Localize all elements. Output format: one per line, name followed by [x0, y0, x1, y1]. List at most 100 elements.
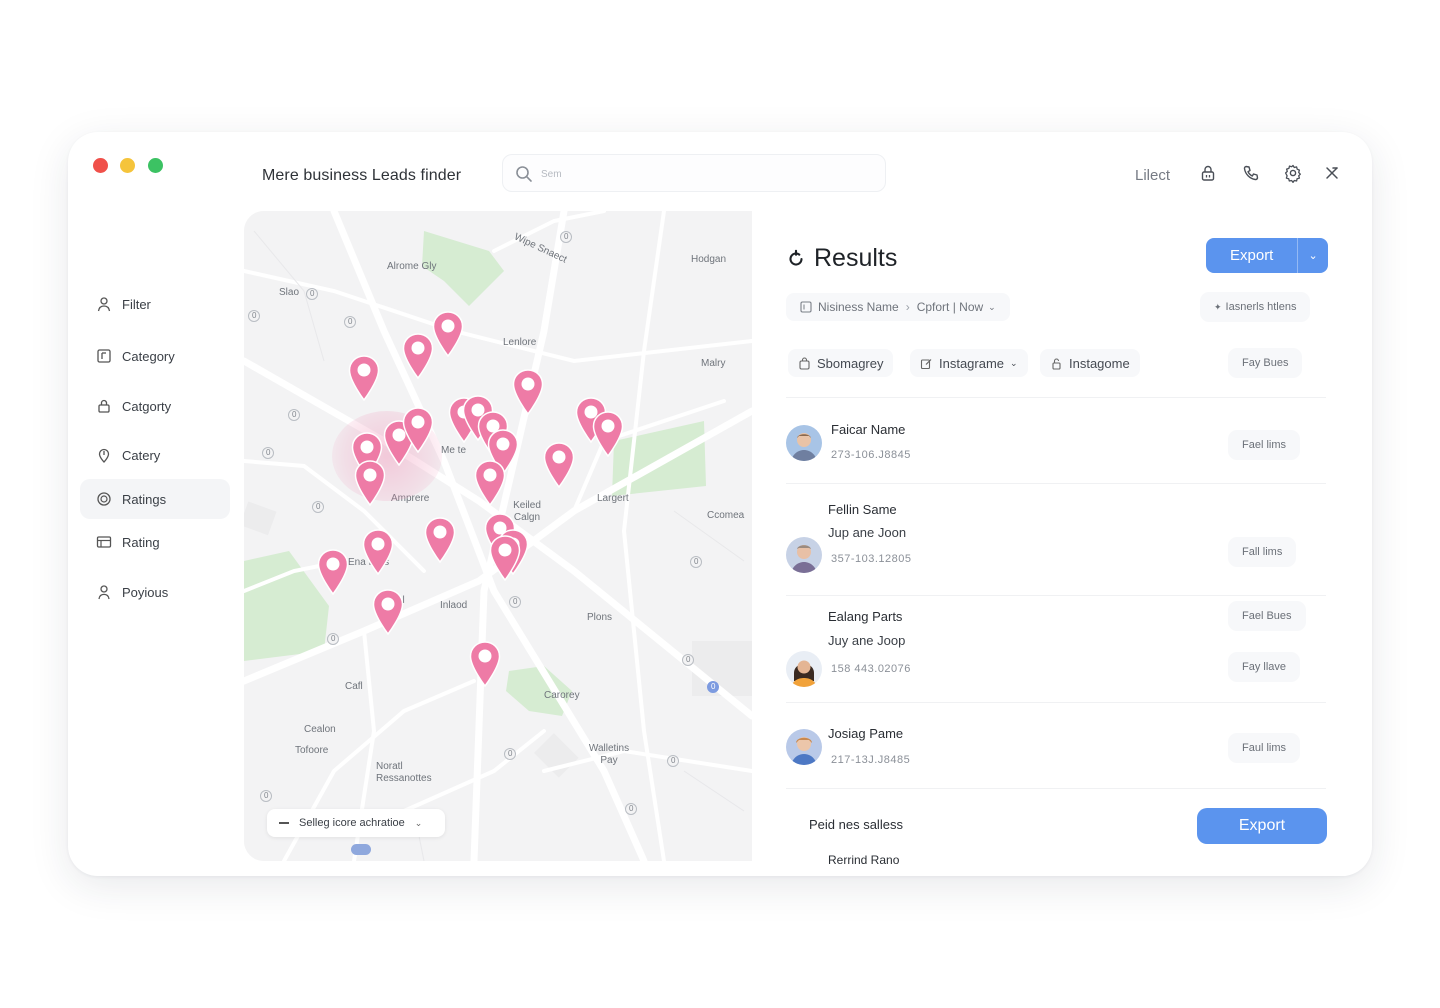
map-pin[interactable]	[402, 407, 434, 454]
row-action[interactable]: Fay llave	[1228, 652, 1301, 682]
map-pin[interactable]	[317, 549, 349, 596]
map-pin[interactable]	[372, 589, 404, 636]
sidebar-item-rating[interactable]: Rating	[80, 522, 230, 562]
avatar	[786, 425, 822, 461]
top-link[interactable]: Lilect	[1135, 167, 1170, 184]
map-label: Cafl	[345, 681, 363, 692]
map-pin[interactable]	[402, 333, 434, 380]
sidebar-item-label: Filter	[122, 296, 151, 312]
map-pin[interactable]	[592, 411, 624, 458]
search-input[interactable]	[541, 164, 871, 184]
map-pin[interactable]	[512, 369, 544, 416]
table-row[interactable]: Fellin Same Jup ane Joon 357-103.12805 F…	[786, 499, 1326, 579]
map-pin[interactable]	[543, 442, 575, 489]
filter-chip-label: Instagrame	[939, 355, 1005, 371]
gear-icon[interactable]	[1283, 163, 1303, 184]
row-action-label: Fay llave	[1242, 661, 1287, 673]
divider	[786, 397, 1326, 398]
map-label: Tofoore	[295, 745, 329, 756]
zoom-indicator[interactable]	[351, 844, 371, 855]
filter-chip[interactable]: Instagrame ⌄	[910, 349, 1028, 377]
footer-text: Peid nes salless	[809, 817, 903, 832]
export-button[interactable]: Export ⌄	[1206, 238, 1328, 273]
chip-right-pill[interactable]: Fay Bues	[1228, 348, 1303, 378]
results-panel: Results Export ⌄ Nisiness Name › Cpfort …	[752, 211, 1348, 876]
breadcrumb-item[interactable]: Cpfort | Now	[917, 300, 983, 314]
export-bottom-button[interactable]: Export	[1197, 808, 1327, 844]
map-label: Plons	[587, 612, 613, 623]
row-action[interactable]: Fael lims	[1228, 430, 1301, 460]
map-pin[interactable]	[469, 641, 501, 688]
app-title: Mere business Leads finder	[262, 167, 462, 184]
row-action[interactable]: Fael Bues	[1228, 601, 1306, 631]
sidebar-item-filter[interactable]: Filter	[80, 284, 230, 324]
map-label: Lenlore	[503, 337, 537, 348]
map-label: Noratl Ressanottes	[376, 761, 432, 784]
row-subtitle: Jup ane Joon	[828, 525, 907, 540]
map-label: Slao	[279, 287, 300, 298]
chevron-down-icon: ⌄	[414, 817, 423, 828]
sidebar-item-catery[interactable]: Catery	[80, 435, 230, 475]
sidebar-item-label: Ratings	[122, 491, 167, 507]
table-row[interactable]: Josiag Pame 217-13J.J8485 Faul lims	[786, 721, 1326, 781]
minimize-window-dot[interactable]	[120, 158, 135, 173]
breadcrumb-right-pill[interactable]: ✦ Iasnerls htlens	[1200, 292, 1311, 322]
filter-chip-label: Instagome	[1069, 355, 1130, 371]
sidebar-item-label: Poyious	[122, 584, 169, 600]
map-pin[interactable]	[424, 517, 456, 564]
person-icon	[96, 296, 112, 312]
map-layer-select[interactable]: Selleg icore achratioe ⌄	[267, 809, 445, 837]
row-name: Fellin Same	[828, 502, 897, 517]
filter-chip-label: Sbomagrey	[817, 355, 884, 371]
map-label: Ccomea	[707, 510, 745, 521]
row-action[interactable]: Faul lims	[1228, 733, 1301, 763]
map-view[interactable]: Alrome Gly Wipe Snaect Hodgan Slao Lenlo…	[244, 211, 752, 861]
map-pin[interactable]	[362, 529, 394, 576]
maximize-window-dot[interactable]	[148, 158, 163, 173]
chevron-down-icon[interactable]: ⌄	[1298, 249, 1328, 262]
sidebar-item-catgorty[interactable]: Catgorty	[80, 386, 230, 426]
pin-icon: ✦	[1214, 301, 1222, 312]
sidebar-item-ratings[interactable]: Ratings	[80, 479, 230, 519]
row-phone: 217-13J.J8485	[831, 754, 911, 766]
map-pin[interactable]	[474, 460, 506, 507]
search-box[interactable]	[502, 154, 886, 192]
map-label: Carorey	[544, 690, 580, 701]
chevron-right-icon: ›	[905, 300, 910, 314]
row-name: Rerrind Rano	[828, 853, 900, 867]
map-pin[interactable]	[354, 460, 386, 507]
results-title-text: Results	[814, 244, 898, 272]
lock-icon[interactable]	[1198, 163, 1218, 183]
minus-icon	[279, 822, 289, 824]
row-phone: 273-106.J8845	[831, 449, 911, 461]
sidebar-item-category[interactable]: Category	[80, 336, 230, 376]
sidebar-item-label: Catery	[122, 447, 161, 463]
avatar	[786, 651, 822, 687]
map-pin[interactable]	[489, 535, 521, 582]
map-label: Largert	[597, 493, 629, 504]
map-pin[interactable]	[348, 355, 380, 402]
map-label: Inlaod	[440, 600, 468, 611]
lock-icon	[1052, 357, 1061, 370]
search-icon	[516, 166, 532, 182]
refresh-icon	[789, 249, 803, 266]
filter-chip[interactable]: Instagome	[1040, 349, 1140, 377]
tag-icon	[800, 301, 812, 313]
close-icon[interactable]	[1322, 163, 1342, 183]
table-row[interactable]: Ealang Parts Juy ane Joop 158 443.02076 …	[786, 601, 1326, 697]
row-action[interactable]: Fall lims	[1228, 537, 1297, 567]
breadcrumb-item[interactable]: Nisiness Name	[818, 300, 899, 314]
phone-icon[interactable]	[1241, 163, 1261, 183]
chip-right-label: Fay Bues	[1242, 357, 1289, 369]
sidebar-item-poyious[interactable]: Poyious	[80, 572, 230, 612]
map-label: Hodgan	[691, 254, 727, 265]
map-pin[interactable]	[432, 311, 464, 358]
sidebar-item-label: Category	[122, 348, 175, 364]
close-window-dot[interactable]	[93, 158, 108, 173]
chevron-down-icon[interactable]: ⌄	[988, 302, 996, 313]
filter-chip[interactable]: Sbomagrey	[788, 349, 894, 377]
export-button-label: Export	[1230, 247, 1274, 264]
table-row[interactable]: Faicar Name 273-106.J8845 Fael lims	[786, 417, 1326, 477]
row-phone: 158 443.02076	[831, 663, 911, 675]
app-window: Mere business Leads finder Lilect Filter…	[68, 132, 1372, 876]
